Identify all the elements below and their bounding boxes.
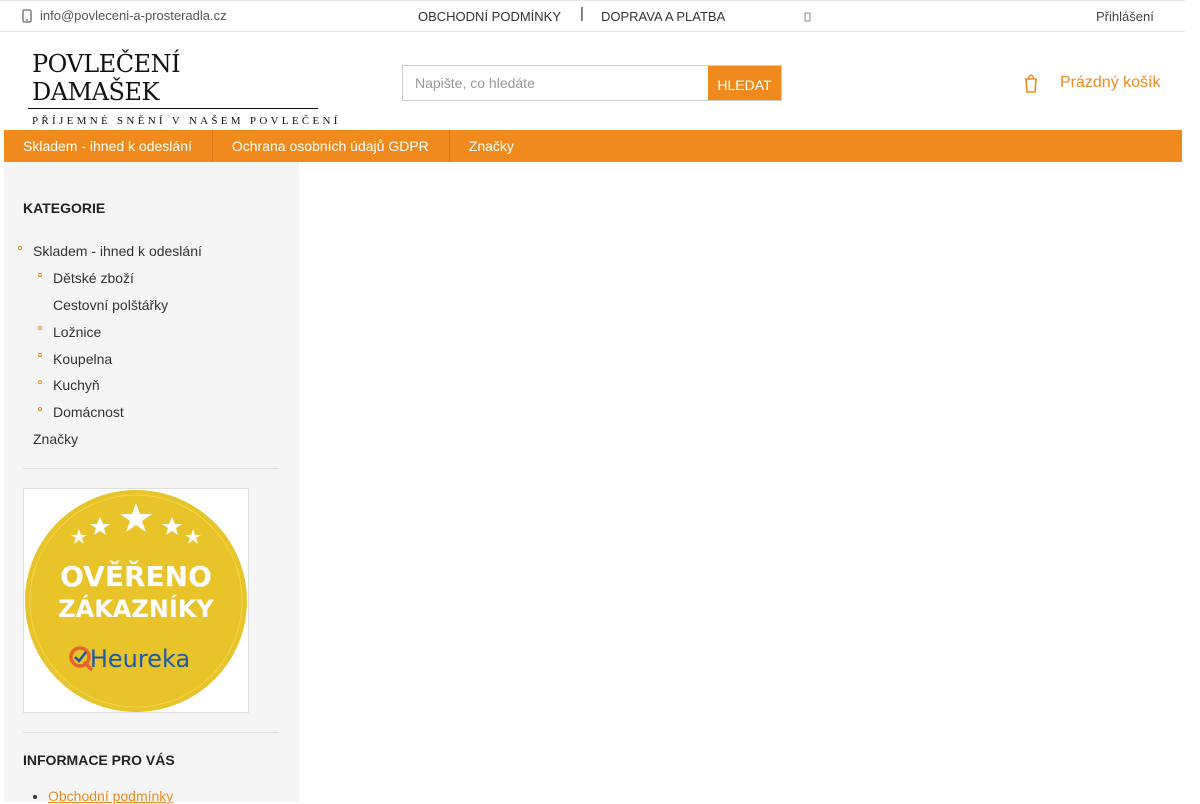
more-icon[interactable] — [804, 11, 812, 23]
bullet-icon — [38, 272, 42, 277]
search-form: HLEDAT — [402, 65, 782, 101]
cart-icon — [1024, 72, 1038, 94]
sidebar: KATEGORIE Skladem - ihned k odeslání Dět… — [4, 162, 299, 804]
category-item-kitchen[interactable]: Kuchyň — [18, 372, 278, 399]
category-label: Cestovní polštářky — [53, 296, 169, 313]
cart[interactable]: Prázdný košík — [1024, 72, 1160, 94]
bullet-icon — [38, 326, 42, 331]
category-item-travel-pillows[interactable]: Cestovní polštářky — [18, 292, 278, 319]
link-separator: | — [580, 5, 584, 22]
phone-icon — [22, 8, 32, 23]
main-nav: Skladem - ihned k odeslání Ochrana osobn… — [4, 130, 1182, 162]
category-label: Kuchyň — [53, 377, 100, 394]
cart-label: Prázdný košík — [1060, 74, 1161, 91]
category-label: Domácnost — [53, 404, 124, 421]
info-title: INFORMACE PRO VÁS — [23, 752, 175, 768]
category-item-brands[interactable]: Značky — [18, 426, 278, 453]
logo-title: POVLEČENÍ DAMAŠEK — [28, 50, 318, 109]
info-list-item: Obchodní podmínky — [48, 788, 173, 804]
logo[interactable]: POVLEČENÍ DAMAŠEK PŘÍJEMNÉ SNĚNÍ V NAŠEM… — [28, 50, 337, 127]
category-item-bedroom[interactable]: Ložnice — [18, 318, 278, 345]
category-label: Ložnice — [53, 323, 102, 340]
contact-email[interactable]: info@povleceni-a-prosteradla.cz — [22, 8, 227, 23]
login-link[interactable]: Přihlášení — [1096, 9, 1154, 24]
search-input[interactable] — [403, 66, 708, 100]
search-button[interactable]: HLEDAT — [708, 66, 781, 100]
categories-title: KATEGORIE — [23, 200, 106, 216]
bullet-icon — [38, 353, 42, 358]
category-item-in-stock[interactable]: Skladem - ihned k odeslání — [18, 238, 278, 265]
divider — [23, 732, 279, 733]
category-item-household[interactable]: Domácnost — [18, 399, 278, 426]
terms-sidebar-link[interactable]: Obchodní podmínky — [48, 788, 173, 804]
email-text: info@povleceni-a-prosteradla.cz — [40, 8, 227, 23]
category-label: Značky — [33, 430, 79, 447]
top-bar: info@povleceni-a-prosteradla.cz OBCHODNÍ… — [0, 0, 1185, 32]
shipping-payment-link[interactable]: DOPRAVA A PLATBA — [601, 9, 725, 24]
terms-link[interactable]: OBCHODNÍ PODMÍNKY — [418, 9, 561, 24]
nav-item-brands[interactable]: Značky — [450, 130, 534, 162]
category-item-bathroom[interactable]: Koupelna — [18, 345, 278, 372]
category-item-kids[interactable]: Dětské zboží — [18, 265, 278, 292]
category-label: Koupelna — [53, 350, 113, 367]
bullet-icon — [38, 406, 42, 411]
divider — [23, 468, 279, 469]
nav-item-gdpr[interactable]: Ochrana osobních údajů GDPR — [213, 130, 450, 162]
bullet-icon — [18, 246, 22, 250]
header: POVLEČENÍ DAMAŠEK PŘÍJEMNÉ SNĚNÍ V NAŠEM… — [0, 32, 1185, 130]
info-list: Obchodní podmínky — [48, 788, 173, 804]
heureka-badge[interactable]: OVĚŘENO ZÁKAZNÍKY Heureka — [23, 488, 249, 713]
category-list: Skladem - ihned k odeslání Dětské zboží … — [18, 238, 278, 452]
badge-line1: OVĚŘENO — [60, 559, 212, 593]
category-label: Skladem - ihned k odeslání — [33, 243, 202, 260]
badge-line2: ZÁKAZNÍKY — [58, 594, 214, 623]
nav-item-in-stock[interactable]: Skladem - ihned k odeslání — [4, 130, 213, 162]
bullet-icon — [38, 379, 42, 384]
category-label: Dětské zboží — [53, 270, 134, 287]
logo-tagline: PŘÍJEMNÉ SNĚNÍ V NAŠEM POVLEČENÍ — [32, 115, 341, 127]
badge-brand: Heureka — [90, 645, 190, 673]
